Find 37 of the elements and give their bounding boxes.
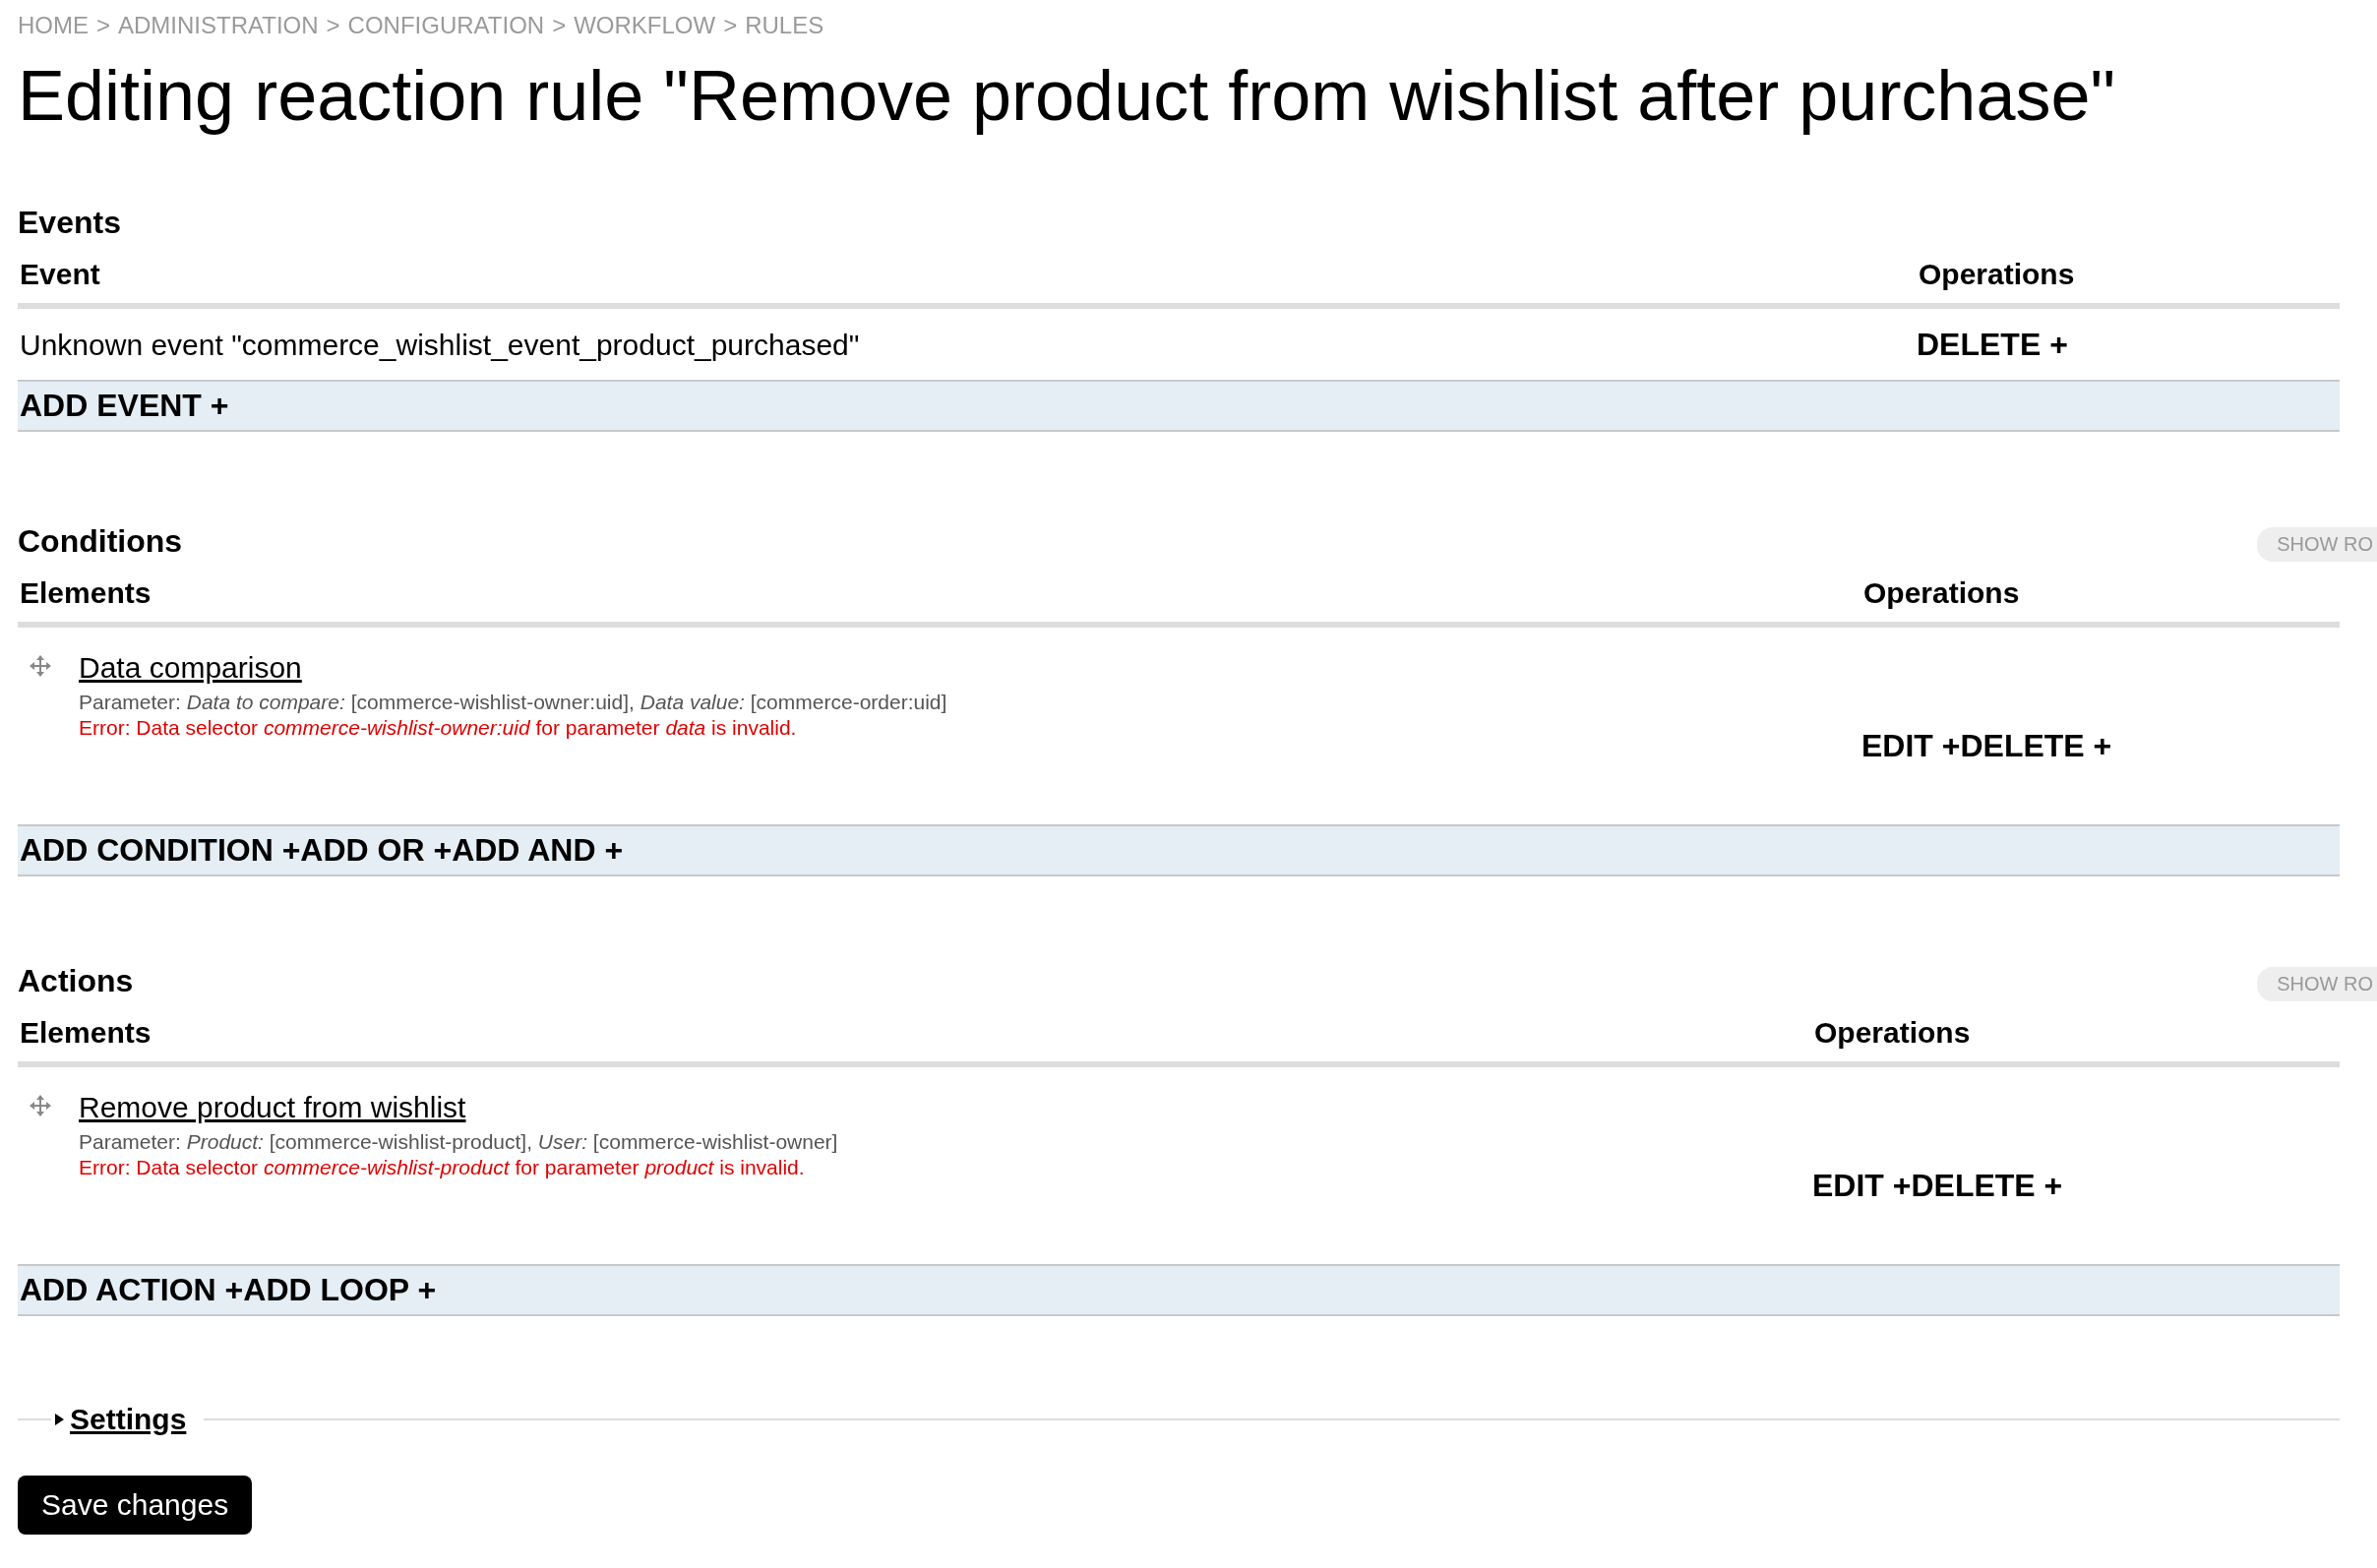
add-link[interactable]: ADD LOOP + <box>243 1272 437 1309</box>
breadcrumb-separator: > <box>326 12 340 39</box>
column-header: Elements <box>20 576 152 610</box>
column-header: Operations <box>1919 258 2075 291</box>
element-link[interactable]: Data comparison <box>79 651 302 685</box>
section-heading: Conditions <box>18 522 183 562</box>
event-label: Unknown event "commerce_wishlist_event_product_purchased" <box>20 329 860 362</box>
add-link[interactable]: ADD OR + <box>300 832 453 870</box>
breadcrumb-separator: > <box>552 12 567 39</box>
drag-handle-icon[interactable] <box>30 655 51 678</box>
breadcrumb-separator: > <box>96 12 110 39</box>
save-changes-button[interactable]: Save changes <box>18 1476 253 1536</box>
drag-handle-icon[interactable] <box>30 1095 51 1117</box>
operation-link[interactable]: DELETE + <box>1917 326 2068 363</box>
add-link[interactable]: ADD CONDITION + <box>20 832 301 870</box>
section-heading: Actions <box>18 962 134 1001</box>
error-message: Error: Data selector commerce-wishlist-product for parameter product is invalid. <box>79 1156 806 1180</box>
settings-link[interactable]: Settings <box>70 1403 187 1437</box>
element-link[interactable]: Remove product from wishlist <box>79 1091 466 1124</box>
parameter-text: Parameter: Data to compare: [commerce-wishlist-owner:uid], Data value: [commerce-order:uid] <box>79 691 947 715</box>
operation-link[interactable]: DELETE + <box>1960 727 2112 764</box>
column-header: Operations <box>1863 576 2020 610</box>
operation-link[interactable]: EDIT + <box>1812 1167 1912 1204</box>
collapse-triangle-icon[interactable] <box>55 1414 64 1426</box>
parameter-text: Parameter: Product: [commerce-wishlist-product], User: [commerce-wishlist-owner] <box>79 1130 838 1155</box>
operation-link[interactable]: DELETE + <box>1911 1167 2063 1204</box>
add-link[interactable]: ADD ACTION + <box>20 1272 244 1309</box>
add-link[interactable]: ADD AND + <box>452 832 624 870</box>
breadcrumb-separator: > <box>723 12 738 39</box>
error-message: Error: Data selector commerce-wishlist-owner:uid for parameter data is invalid. <box>79 716 798 741</box>
page-title: Editing reaction rule "Remove product from wishlist after purchase" <box>18 55 2117 137</box>
column-header: Operations <box>1814 1016 1971 1050</box>
column-header: Event <box>20 258 100 291</box>
column-header: Elements <box>20 1016 152 1050</box>
add-link[interactable]: ADD EVENT + <box>20 388 229 425</box>
section-heading: Events <box>18 204 121 243</box>
operation-link[interactable]: EDIT + <box>1861 727 1961 764</box>
